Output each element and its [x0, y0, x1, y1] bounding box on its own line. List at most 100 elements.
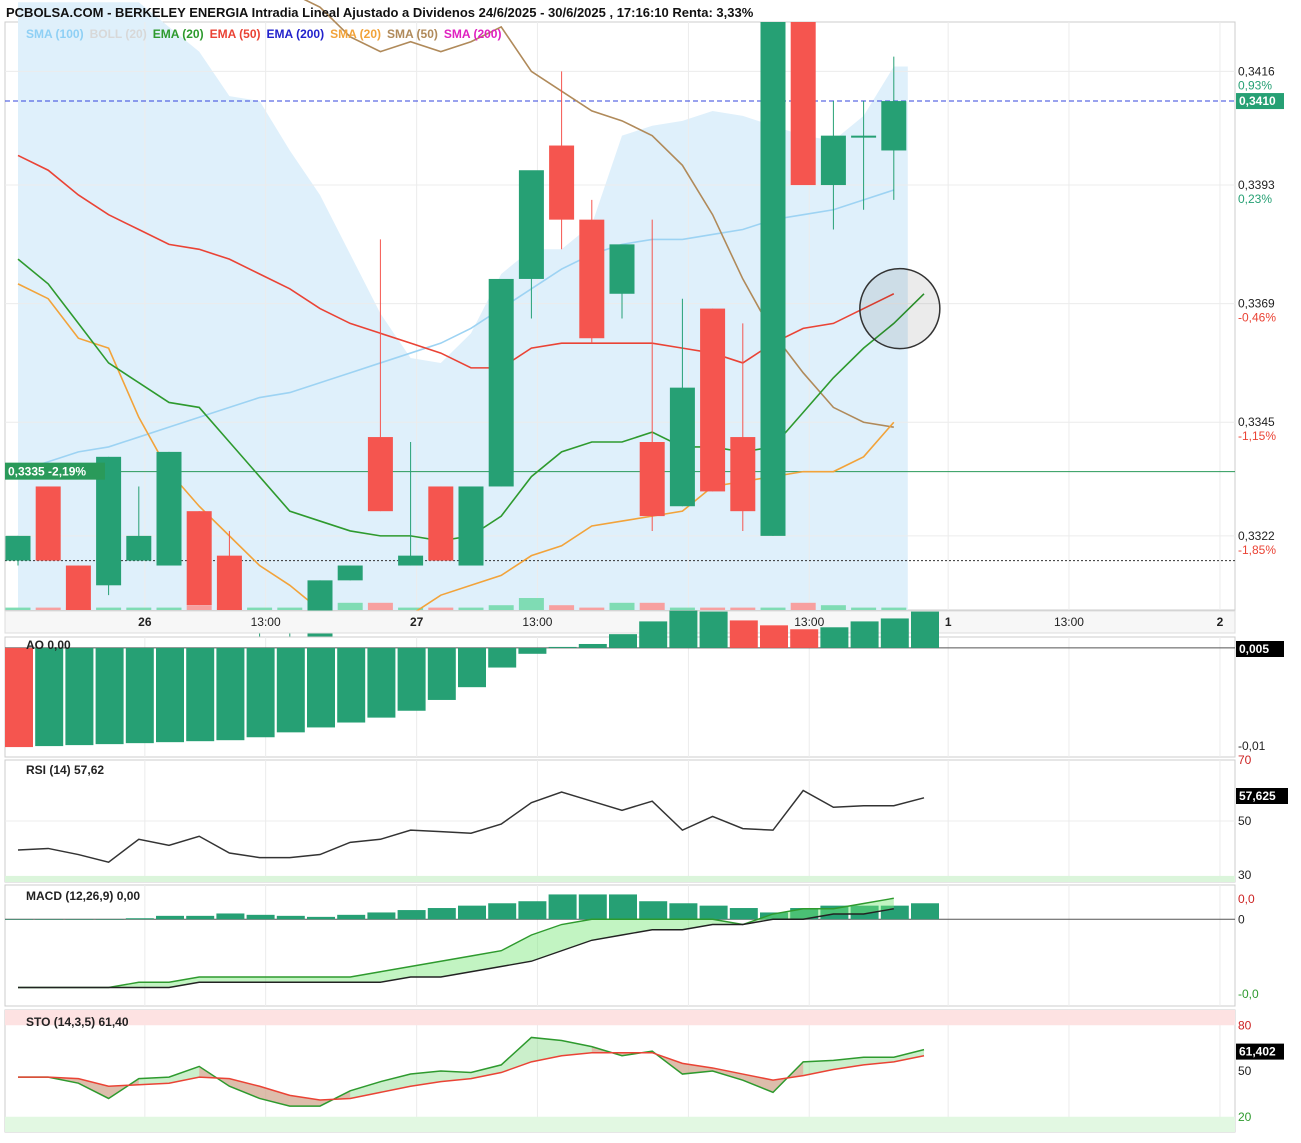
candle-down: [700, 308, 726, 492]
macd-histogram-bar: [95, 919, 124, 920]
price-tick-label: 0,3393: [1238, 178, 1275, 192]
candle-down: [65, 565, 91, 610]
candle-down: [367, 437, 393, 512]
candle-up: [669, 387, 695, 507]
ao-bar: [307, 647, 335, 728]
macd-histogram-bar: [609, 894, 637, 920]
price-pct-label: 0,23%: [1238, 192, 1272, 206]
volume-bar: [337, 602, 363, 610]
legend-item: EMA (50): [209, 27, 261, 41]
macd-histogram-bar: [5, 919, 33, 920]
legend-item: BOLL (20): [89, 27, 147, 41]
macd-histogram-bar: [156, 915, 184, 920]
rsi-label: RSI (14) 57,62: [26, 763, 104, 777]
candle-up: [458, 486, 484, 566]
rsi-tick-label: 70: [1238, 753, 1252, 767]
ao-bar: [729, 620, 758, 648]
ao-bar: [95, 647, 124, 745]
ao-bar: [488, 647, 517, 668]
macd-tick-label: -0,0: [1238, 987, 1259, 1001]
volume-bar: [186, 605, 212, 610]
volume-bar: [156, 607, 182, 610]
candle-down: [216, 555, 242, 610]
price-tick-label: 0,3369: [1238, 297, 1275, 311]
candle-down: [730, 437, 756, 512]
ao-bar: [850, 621, 879, 648]
volume-bar: [851, 607, 877, 610]
price-tick-label: 0,3345: [1238, 415, 1275, 429]
ao-bar: [760, 625, 788, 648]
time-tick-label: 26: [138, 615, 152, 629]
legend-item: SMA (100): [26, 27, 84, 41]
candle-up: [851, 135, 877, 138]
rsi-tick-label: 50: [1238, 814, 1252, 828]
volume-bar: [881, 607, 907, 610]
macd-histogram-bar: [337, 914, 366, 920]
legend-item: EMA (20): [152, 27, 204, 41]
macd-histogram-bar: [65, 919, 94, 920]
ao-bar: [790, 629, 819, 648]
legend-item: SMA (20): [330, 27, 381, 41]
macd-histogram-bar: [669, 903, 698, 920]
time-tick-label: 1: [945, 615, 952, 629]
volume-bar: [609, 602, 635, 610]
ao-tick-label: -0,01: [1238, 739, 1266, 753]
ao-label: AO 0,00: [26, 638, 71, 652]
candle-down: [790, 22, 816, 186]
sto-tick-label: 50: [1238, 1064, 1252, 1078]
time-tick-label: 2: [1217, 615, 1224, 629]
last-price-label: 0,3410: [1239, 94, 1276, 108]
volume-bar: [518, 598, 544, 610]
macd-tick-label: 0: [1238, 912, 1245, 926]
volume-bar: [760, 607, 786, 610]
macd-histogram-bar: [911, 903, 939, 920]
ao-bar: [911, 611, 939, 648]
macd-histogram-bar: [276, 915, 305, 920]
macd-histogram-bar: [639, 901, 668, 920]
macd-histogram-bar: [125, 918, 154, 920]
volume-bar: [367, 602, 393, 610]
price-tick-label: 0,3322: [1238, 529, 1275, 543]
ao-bar: [458, 647, 486, 688]
sto-tick-label: 80: [1238, 1018, 1252, 1032]
volume-bar: [820, 605, 846, 610]
ao-bar: [186, 647, 215, 742]
rsi-oversold-band: [5, 875, 1235, 882]
macd-histogram-bar: [186, 915, 215, 920]
ao-bar: [35, 647, 64, 747]
ao-bar: [820, 627, 849, 648]
volume-bar: [730, 607, 756, 610]
macd-histogram-bar: [729, 908, 758, 920]
volume-bar: [669, 607, 695, 610]
reference-label: 0,3335 -2,19%: [8, 465, 86, 479]
macd-histogram-bar: [488, 903, 517, 920]
volume-bar: [700, 607, 726, 610]
rsi-value-label: 57,625: [1239, 789, 1276, 803]
candle-up: [398, 555, 424, 566]
volume-bar: [247, 607, 273, 610]
volume-bar: [790, 602, 816, 610]
chart-canvas[interactable]: 0,34160,93% 0,33930,23% 0,3369-0,46% 0,3345…: [0, 0, 1301, 1138]
ao-bar: [518, 647, 547, 654]
candle-up: [609, 244, 635, 294]
candle-up: [126, 535, 152, 561]
volume-bar: [96, 607, 122, 610]
candle-down: [428, 486, 454, 561]
volume-bar: [428, 607, 454, 610]
volume-bar: [5, 607, 31, 610]
candle-up: [5, 535, 31, 561]
volume-bar: [579, 607, 605, 610]
candle-up: [337, 565, 363, 581]
macd-histogram-bar: [578, 894, 607, 920]
macd-histogram-bar: [518, 901, 547, 920]
candle-up: [518, 170, 544, 279]
macd-histogram-bar: [216, 913, 245, 920]
macd-histogram-bar: [307, 916, 335, 920]
sto-value-label: 61,402: [1239, 1045, 1276, 1059]
legend-item: SMA (50): [387, 27, 438, 41]
ao-bar: [639, 621, 668, 648]
price-pct-label: -1,15%: [1238, 429, 1276, 443]
volume-bar: [126, 607, 152, 610]
rsi-tick-label: 30: [1238, 868, 1252, 882]
ao-bar: [125, 647, 154, 744]
